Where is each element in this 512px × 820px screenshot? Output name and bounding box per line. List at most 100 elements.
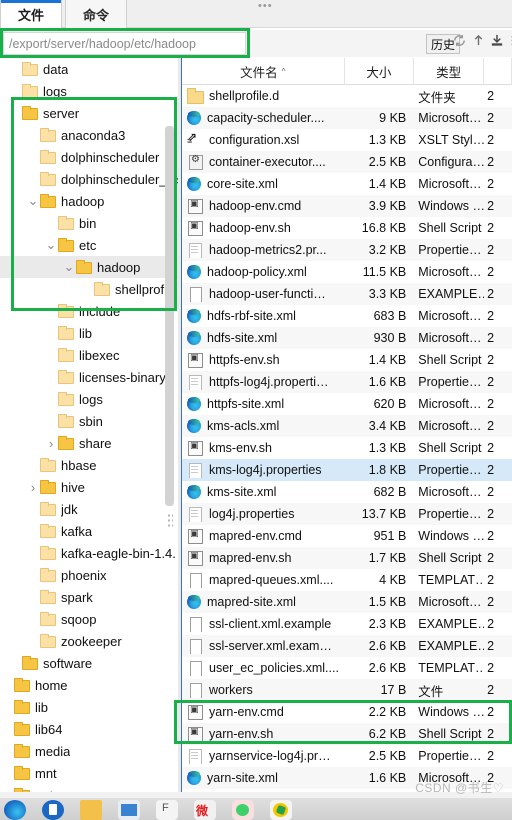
tree-item[interactable]: spark <box>0 586 178 608</box>
folder-icon <box>14 765 30 780</box>
file-row[interactable]: user_ec_policies.xml.... 2.6 KB TEMPLAT… 2 <box>182 657 512 679</box>
tree-item[interactable]: anaconda3 <box>0 124 178 146</box>
taskbar[interactable] <box>0 798 512 820</box>
directory-tree-pane[interactable]: data logs server anaconda3 dolphinscheduler d… <box>0 58 178 798</box>
file-row[interactable]: capacity-scheduler.... 9 KB Microsoft… 2 <box>182 107 512 129</box>
tree-item[interactable]: zookeeper <box>0 630 178 652</box>
column-header-size[interactable]: 大小 <box>345 57 415 85</box>
tree-item[interactable]: server <box>0 102 178 124</box>
file-date-cell: 2 <box>487 199 495 213</box>
tree-item-label: kafka-eagle-bin-1.4. <box>61 545 176 561</box>
download-icon[interactable] <box>490 33 504 48</box>
file-row[interactable]: configuration.xsl 1.3 KB XSLT Styl…2 <box>182 129 512 151</box>
tree-item[interactable]: dolphinscheduler <box>0 146 178 168</box>
tree-item[interactable]: software <box>0 652 178 674</box>
file-row[interactable]: hdfs-site.xml 930 B Microsoft… 2 <box>182 327 512 349</box>
tree-item[interactable]: kafka <box>0 520 178 542</box>
chevron-right-icon[interactable] <box>44 432 58 454</box>
file-row[interactable]: hadoop-policy.xml 11.5 KB Microsoft… 2 <box>182 261 512 283</box>
wechat-icon[interactable] <box>232 800 254 820</box>
tree-item[interactable]: shellprofile.d <box>0 278 178 300</box>
file-row[interactable]: ssl-client.xml.example 2.3 KB EXAMPLE… 2 <box>182 613 512 635</box>
file-row[interactable]: kms-log4j.properties 1.8 KB Propertie… 2 <box>182 459 512 481</box>
tree-item[interactable]: sbin <box>0 410 178 432</box>
file-row[interactable]: log4j.properties 13.7 KB Propertie… 2 <box>182 503 512 525</box>
column-header-date[interactable] <box>484 57 512 85</box>
file-row[interactable]: mapred-queues.xml.... 4 KB TEMPLAT… 2 <box>182 569 512 591</box>
weibo-icon[interactable] <box>194 800 216 820</box>
edge-browser-icon[interactable] <box>4 800 26 820</box>
tree-item[interactable]: bin <box>0 212 178 234</box>
tree-item[interactable]: logs <box>0 80 178 102</box>
blank-icon <box>187 616 203 632</box>
window-menu-dots[interactable]: ••• <box>258 1 273 12</box>
tree-item[interactable]: libexec <box>0 344 178 366</box>
tree-item[interactable]: kafka-eagle-bin-1.4. <box>0 542 178 564</box>
chevron-down-icon[interactable] <box>44 234 58 256</box>
tree-scrollbar-thumb[interactable] <box>165 126 174 506</box>
file-explorer-icon[interactable] <box>80 800 102 820</box>
tree-item[interactable]: jdk <box>0 498 178 520</box>
tree-item[interactable]: phoenix <box>0 564 178 586</box>
chevron-down-icon[interactable] <box>62 256 76 278</box>
file-row[interactable]: ssl-server.xml.exam… 2.6 KB EXAMPLE… 2 <box>182 635 512 657</box>
tree-scrollbar[interactable] <box>165 126 174 506</box>
tree-item[interactable]: sqoop <box>0 608 178 630</box>
file-row[interactable]: core-site.xml 1.4 KB Microsoft… 2 <box>182 173 512 195</box>
tree-item[interactable]: lib <box>0 322 178 344</box>
file-row[interactable]: kms-env.sh 1.3 KB Shell Script 2 <box>182 437 512 459</box>
file-row[interactable]: container-executor.... 2.5 KB Configura…2 <box>182 151 512 173</box>
column-header-name[interactable]: 文件名 ^ <box>182 57 345 85</box>
tree-item[interactable]: hive <box>0 476 178 498</box>
file-row[interactable]: hdfs-rbf-site.xml 683 B Microsoft… 2 <box>182 305 512 327</box>
chevron-down-icon[interactable] <box>26 190 40 212</box>
tab-files[interactable]: 文件 <box>0 0 62 28</box>
wps-office-icon[interactable] <box>156 800 178 820</box>
file-row[interactable]: mapred-env.cmd 951 B Windows …2 <box>182 525 512 547</box>
file-row[interactable]: httpfs-env.sh 1.4 KB Shell Script 2 <box>182 349 512 371</box>
tree-item[interactable]: share <box>0 432 178 454</box>
file-row[interactable]: hadoop-env.cmd 3.9 KB Windows …2 <box>182 195 512 217</box>
file-row[interactable]: httpfs-site.xml 620 B Microsoft… 2 <box>182 393 512 415</box>
tree-resize-grip[interactable] <box>167 513 173 529</box>
tree-item[interactable]: mnt <box>0 762 178 784</box>
upload-icon[interactable] <box>472 33 485 48</box>
tree-item[interactable]: media <box>0 740 178 762</box>
path-input[interactable]: /export/server/hadoop/etc/hadoop <box>3 32 246 55</box>
tab-commands[interactable]: 命令 <box>65 0 127 28</box>
file-row[interactable]: hadoop-env.sh 16.8 KB Shell Script 2 <box>182 217 512 239</box>
terminal-icon[interactable] <box>118 800 140 820</box>
tree-item[interactable]: include <box>0 300 178 322</box>
tree-item[interactable]: logs <box>0 388 178 410</box>
tree-item[interactable]: data <box>0 58 178 80</box>
tree-item[interactable]: etc <box>0 234 178 256</box>
file-row[interactable]: workers 17 B 文件 2 <box>182 679 512 701</box>
file-row[interactable]: yarn-env.cmd 2.2 KB Windows …2 <box>182 701 512 723</box>
file-row[interactable]: kms-site.xml 682 B Microsoft… 2 <box>182 481 512 503</box>
tree-item[interactable]: hadoop <box>0 256 178 278</box>
file-name-cell: hdfs-rbf-site.xml <box>182 309 344 323</box>
microsoft-store-icon[interactable] <box>42 800 64 820</box>
column-header-type[interactable]: 类型 <box>414 57 485 85</box>
file-row[interactable]: mapred-env.sh 1.7 KB Shell Script 2 <box>182 547 512 569</box>
file-row[interactable]: yarn-env.sh 6.2 KB Shell Script 2 <box>182 723 512 745</box>
tree-item[interactable]: licenses-binary <box>0 366 178 388</box>
file-type-cell: Microsoft… <box>418 111 482 125</box>
tree-item[interactable]: home <box>0 674 178 696</box>
refresh-icon[interactable] <box>452 33 467 48</box>
file-row[interactable]: yarnservice-log4j.pr… 2.5 KB Propertie… 2 <box>182 745 512 767</box>
file-row[interactable]: hadoop-user-functi… 3.3 KB EXAMPLE… 2 <box>182 283 512 305</box>
file-row[interactable]: shellprofile.d 文件夹 2 <box>182 85 512 107</box>
file-row[interactable]: httpfs-log4j.properti… 1.6 KB Propertie… 2 <box>182 371 512 393</box>
tree-item[interactable]: dolphinscheduler_ins <box>0 168 178 190</box>
file-row[interactable]: hadoop-metrics2.pr... 3.2 KB Propertie… 2 <box>182 239 512 261</box>
file-row[interactable]: mapred-site.xml 1.5 KB Microsoft… 2 <box>182 591 512 613</box>
tree-item[interactable]: lib64 <box>0 718 178 740</box>
file-row[interactable]: kms-acls.xml 3.4 KB Microsoft… 2 <box>182 415 512 437</box>
sogou-icon[interactable] <box>270 800 292 820</box>
tree-item[interactable]: lib <box>0 696 178 718</box>
tree-item[interactable]: hadoop <box>0 190 178 212</box>
chevron-right-icon[interactable] <box>26 476 40 498</box>
tree-item[interactable]: hbase <box>0 454 178 476</box>
